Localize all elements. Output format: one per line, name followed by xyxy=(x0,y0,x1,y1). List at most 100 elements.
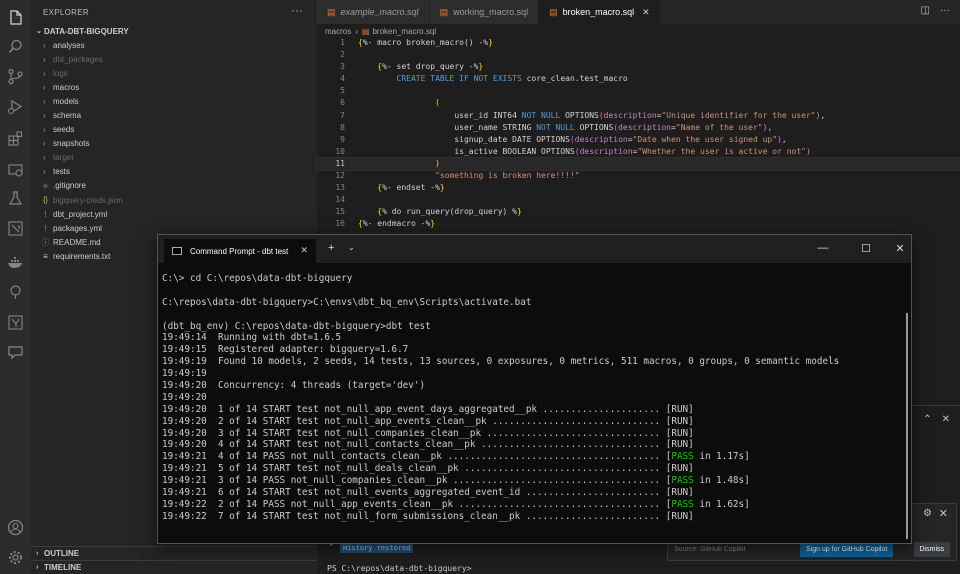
new-tab-icon[interactable]: + xyxy=(328,242,334,254)
more-actions-icon[interactable]: ··· xyxy=(291,6,303,17)
cmd-tab-title: Command Prompt - dbt test xyxy=(190,246,289,256)
cmd-line: 19:49:21 5 of 14 START test not_null_dea… xyxy=(162,463,694,475)
cmd-output[interactable]: C:\> cd C:\repos\data-dbt-bigquery C:\rep… xyxy=(162,273,902,523)
timeline-section[interactable]: › TIMELINE xyxy=(31,560,317,574)
tree-item-label: analyses xyxy=(53,40,85,50)
tree-icon[interactable] xyxy=(7,284,24,301)
cmd-line: 19:49:21 6 of 14 START test not_null_eve… xyxy=(162,487,694,499)
close-icon[interactable]: ✕ xyxy=(893,242,907,255)
tab-example-macro[interactable]: ▤ example_macro.sql xyxy=(317,0,430,24)
dbt-lineage-icon[interactable] xyxy=(7,314,24,331)
code-editor[interactable]: 1 {%- macro broken_macro() -%} 2 3 {%- se… xyxy=(316,37,960,237)
maximize-icon[interactable]: ☐ xyxy=(859,242,873,255)
cmd-line xyxy=(162,309,902,321)
database-file-icon: ▤ xyxy=(327,6,336,17)
chevron-right-icon: › xyxy=(43,111,46,121)
tree-item-label: packages.yml xyxy=(53,223,102,233)
chevron-right-icon: › xyxy=(43,96,46,106)
cmd-line: 19:49:20 2 of 14 START test not_null_app… xyxy=(162,415,694,427)
cmd-line: 19:49:14 Running with dbt=1.6.5 xyxy=(162,332,342,344)
more-actions-icon[interactable]: ··· xyxy=(940,5,950,16)
testing-icon[interactable] xyxy=(7,190,24,207)
close-icon[interactable]: ✕ xyxy=(942,414,950,425)
outline-section[interactable]: › OUTLINE xyxy=(31,546,317,560)
breadcrumb: macros › ▤ broken_macro.sql xyxy=(317,24,436,38)
chevron-right-icon: › xyxy=(355,26,358,36)
folder-item[interactable]: › target xyxy=(31,151,317,165)
extensions-icon[interactable] xyxy=(7,130,24,147)
file-item[interactable]: ! dbt_project.yml xyxy=(31,207,317,221)
folder-item[interactable]: › seeds xyxy=(31,123,317,137)
cmd-line: 19:49:19 Found 10 models, 2 seeds, 14 te… xyxy=(162,356,840,368)
code-line: 2 xyxy=(340,50,345,60)
notification-source: Source: GitHub Copilot xyxy=(674,546,746,553)
docker-icon[interactable] xyxy=(7,254,24,271)
gear-icon[interactable]: ⚙ xyxy=(923,508,932,519)
cmd-line: 19:49:21 3 of 14 PASS not_null_companies… xyxy=(162,475,750,487)
folder-item[interactable]: › macros xyxy=(31,80,317,94)
chevron-right-icon: › xyxy=(43,125,46,135)
history-restored-label: History restored xyxy=(340,543,414,553)
folder-item[interactable]: › dbt_packages xyxy=(31,52,317,66)
chevron-right-icon: › xyxy=(36,550,39,557)
breadcrumb-file[interactable]: broken_macro.sql xyxy=(372,27,436,36)
close-icon[interactable]: ✕ xyxy=(642,7,650,18)
account-icon[interactable] xyxy=(7,519,24,536)
code-line: 14 xyxy=(335,195,345,205)
tree-item-label: seeds xyxy=(53,125,75,135)
tab-working-macro[interactable]: ▤ working_macro.sql xyxy=(429,0,540,24)
tree-item-label: .gitignore xyxy=(53,181,86,191)
dismiss-button[interactable]: Dismiss xyxy=(913,542,950,557)
command-prompt-window: Command Prompt - dbt test ✕ + ⌄ — ☐ ✕ C:… xyxy=(157,234,912,544)
tab-label: broken_macro.sql xyxy=(562,7,635,17)
run-debug-icon[interactable] xyxy=(7,98,24,115)
close-icon[interactable]: ✕ xyxy=(939,507,948,520)
folder-item[interactable]: › snapshots xyxy=(31,137,317,151)
folder-item[interactable]: › logs xyxy=(31,66,317,80)
chevron-right-icon: › xyxy=(43,139,46,149)
cmd-tab[interactable]: Command Prompt - dbt test ✕ xyxy=(164,239,316,263)
folder-item[interactable]: › analyses xyxy=(31,38,317,52)
code-line: 12 "something is broken here!!!!" xyxy=(335,171,580,181)
cmd-line: 19:49:20 xyxy=(162,391,207,403)
tab-label: example_macro.sql xyxy=(340,7,419,17)
database-file-icon: ▤ xyxy=(361,26,370,36)
split-editor-icon[interactable]: ◫ xyxy=(921,5,930,16)
folder-item[interactable]: › models xyxy=(31,94,317,108)
chevron-up-icon[interactable]: ⌃ xyxy=(923,414,931,425)
folder-item[interactable]: › schema xyxy=(31,108,317,122)
close-icon[interactable]: ✕ xyxy=(300,245,308,256)
file-item[interactable]: ◆ .gitignore xyxy=(31,179,317,193)
code-line: 9 signup_date DATE OPTIONS(description="… xyxy=(340,134,787,144)
chevron-right-icon: › xyxy=(36,564,39,571)
tree-item-label: models xyxy=(53,96,79,106)
tab-broken-macro[interactable]: ▤ broken_macro.sql ✕ xyxy=(539,0,661,24)
outline-label: OUTLINE xyxy=(44,549,80,558)
chevron-right-icon: › xyxy=(43,40,46,50)
cmd-line: 19:49:22 7 of 14 START test not_null_for… xyxy=(162,510,694,522)
breadcrumb-folder[interactable]: macros xyxy=(325,27,351,36)
chevron-down-icon[interactable]: ⌄ xyxy=(348,243,355,252)
file-item[interactable]: {} bigquery-creds.json xyxy=(31,193,317,207)
scrollbar[interactable] xyxy=(906,313,908,539)
code-line: 7 user_id INT64 NOT NULL OPTIONS(descrip… xyxy=(340,110,826,120)
files-icon[interactable] xyxy=(7,9,24,26)
text-file-icon: ≡ xyxy=(43,251,48,261)
cmd-line: 19:49:20 Concurrency: 4 threads (target=… xyxy=(162,380,426,392)
dbt-power-user-icon[interactable] xyxy=(7,220,24,237)
remote-explorer-icon[interactable] xyxy=(7,162,24,179)
database-file-icon: ▤ xyxy=(439,6,449,17)
tree-item-label: README.md xyxy=(53,237,101,247)
source-control-icon[interactable] xyxy=(7,68,24,85)
panel-actions: ⌃ ✕ xyxy=(923,414,950,425)
chat-icon[interactable] xyxy=(7,344,24,361)
folder-item[interactable]: › tests xyxy=(31,165,317,179)
explorer-header: EXPLORER ··· xyxy=(31,0,317,24)
search-icon[interactable] xyxy=(7,38,24,55)
settings-gear-icon[interactable] xyxy=(7,549,24,566)
signup-copilot-button[interactable]: Sign up for GitHub Copilot xyxy=(800,542,894,557)
tree-item-label: dbt_project.yml xyxy=(53,209,108,219)
minimize-icon[interactable]: — xyxy=(816,242,830,254)
workspace-root[interactable]: ⌄ DATA-DBT-BIGQUERY xyxy=(31,24,317,38)
cmd-line: C:\> cd C:\repos\data-dbt-bigquery xyxy=(162,273,353,284)
